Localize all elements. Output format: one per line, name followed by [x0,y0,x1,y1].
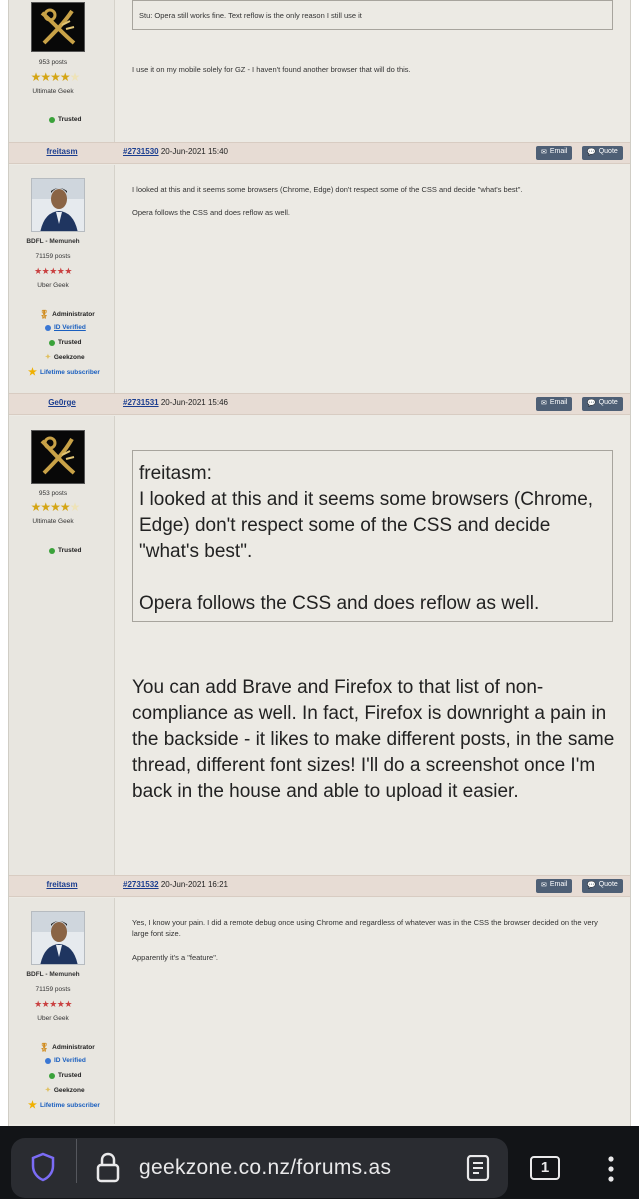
speech-bubble-icon: 💬 [587,882,596,889]
post-body: I looked at this and it seems some brows… [132,185,523,194]
medal-icon: 🎖 [39,310,50,319]
user-rank: Ultimate Geek [32,88,74,95]
post-count: 953 posts [38,59,68,66]
post-header: freitasm #2731532 20-Jun-2021 16:21 ✉ Ema… [9,875,630,897]
user-photo [32,912,84,964]
user-avatar[interactable] [31,2,85,52]
quote-button[interactable]: 💬 Quote [582,397,623,411]
post-header: Ge0rge #2731531 20-Jun-2021 15:46 ✉ Email… [9,393,630,415]
post-body: I use it on my mobile solely for GZ - I … [132,65,411,74]
post-body-2: Apparently it's a "feature". [132,953,218,962]
check-icon [49,339,55,346]
post-header: freitasm #2731530 20-Jun-2021 15:40 ✉ Ema… [9,142,630,164]
user-title: BDFL - Memuneh [26,238,80,245]
envelope-icon: ✉ [541,400,547,407]
user-avatar[interactable] [31,911,85,965]
geek-logo-icon [40,436,76,475]
post-count: 71159 posts [35,253,71,260]
user-title: BDFL - Memuneh [26,971,80,978]
user-rank: Uber Geek [37,282,69,289]
menu-kebab-icon[interactable] [606,1155,616,1183]
administrator-badge: 🎖 Administrator [39,1043,95,1052]
trusted-badge: Trusted [49,116,81,123]
quote-button[interactable]: 💬 Quote [582,879,623,893]
medal-icon: 🎖 [39,1043,50,1052]
quote-button[interactable]: 💬 Quote [582,146,623,160]
envelope-icon: ✉ [541,882,547,889]
post-body-2: Opera follows the CSS and does reflow as… [132,208,290,217]
post-author-link[interactable]: Ge0rge [9,398,115,407]
post-meta: #2731530 20-Jun-2021 15:40 [123,147,228,156]
rating-stars: ★★★★★ [30,70,81,84]
geek-logo-icon [40,8,76,45]
envelope-icon: ✉ [541,149,547,156]
email-button[interactable]: ✉ Email [536,879,573,893]
post-count: 953 posts [38,490,68,497]
lifetime-subscriber-badge: ★ Lifetime subscriber [28,367,100,378]
user-rank: Ultimate Geek [32,518,74,525]
geekzone-badge: ✦ Geekzone [45,1086,85,1095]
trusted-badge: Trusted [49,1072,81,1079]
quote-text-2: Opera follows the CSS and does reflow as… [139,593,540,614]
star-icon: ★ [28,367,37,378]
post-author-link[interactable]: freitasm [9,880,115,889]
url-fade [400,1150,450,1186]
star-icon: ★ [28,1100,37,1111]
geekzone-badge: ✦ Geekzone [45,353,85,362]
lifetime-subscriber-badge: ★ Lifetime subscriber [28,1100,100,1111]
lock-icon[interactable] [94,1151,122,1185]
check-icon [49,1072,55,1079]
id-verified-badge[interactable]: ID Verified [45,1057,86,1064]
email-button[interactable]: ✉ Email [536,397,573,411]
quote-box: Stu: Opera still works fine. Text reflow… [132,0,613,30]
quote-text: I looked at this and it seems some brows… [139,489,594,562]
post-count: 71159 posts [35,986,71,993]
post-body: Yes, I know your pain. I did a remote de… [132,918,598,938]
check-icon [49,547,55,554]
post-id-link[interactable]: #2731531 [123,398,159,407]
reader-view-icon[interactable] [466,1155,490,1181]
speech-bubble-icon: 💬 [587,400,596,407]
post-body: You can add Brave and Firefox to that li… [132,677,615,802]
quote-author: freitasm: [139,463,212,484]
geekzone-icon: ✦ [45,354,51,361]
trusted-badge: Trusted [49,339,81,346]
user-rank: Uber Geek [37,1015,69,1022]
verified-icon [45,324,51,331]
tab-counter-button[interactable]: 1 [530,1156,560,1180]
rating-stars: ★★★★★ [34,999,72,1009]
post-id-link[interactable]: #2731530 [123,147,159,156]
post-author-link[interactable]: freitasm [9,147,115,156]
post-id-link[interactable]: #2731532 [123,880,159,889]
id-verified-badge[interactable]: ID Verified [45,324,86,331]
administrator-badge: 🎖 Administrator [39,310,95,319]
quote-box: freitasm: I looked at this and it seems … [132,450,613,622]
check-icon [49,116,55,123]
user-avatar[interactable] [31,430,85,484]
trusted-badge: Trusted [49,547,81,554]
address-bar-divider [76,1139,77,1183]
tracking-protection-shield-icon[interactable] [30,1151,56,1183]
user-avatar[interactable] [31,178,85,232]
geekzone-icon: ✦ [45,1087,51,1094]
speech-bubble-icon: 💬 [587,149,596,156]
user-photo [32,179,84,231]
post-meta: #2731531 20-Jun-2021 15:46 [123,398,228,407]
post-meta: #2731532 20-Jun-2021 16:21 [123,880,228,889]
rating-stars: ★★★★★ [34,266,72,276]
rating-stars: ★★★★★ [30,500,81,514]
email-button[interactable]: ✉ Email [536,146,573,160]
verified-icon [45,1057,51,1064]
